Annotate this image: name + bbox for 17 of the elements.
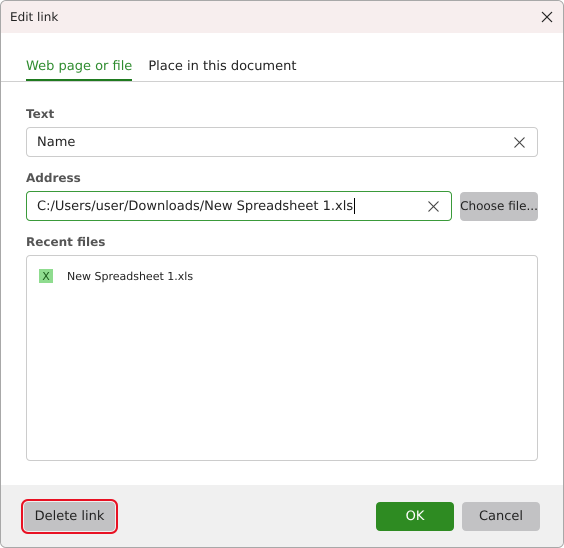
tab[interactable]: Web page or file	[26, 59, 132, 81]
clear-icon[interactable]	[514, 136, 525, 148]
window-title: Edit link	[10, 10, 58, 24]
tab[interactable]: Place in this document	[148, 59, 296, 81]
cancel-button[interactable]: Cancel	[462, 502, 540, 530]
clear-icon[interactable]	[428, 200, 439, 212]
spreadsheet-icon: X	[39, 269, 53, 283]
recent-file-item[interactable]: X New Spreadsheet 1.xls	[39, 268, 525, 284]
choose-file-button[interactable]: Choose file...	[460, 192, 538, 220]
field-label: Address	[26, 171, 82, 185]
text-field[interactable]: Name	[26, 127, 538, 157]
address-field[interactable]: C:/Users/user/Downloads/New Spreadsheet 1.xls	[26, 191, 452, 221]
field-label: Text	[26, 107, 56, 121]
list-label: Recent files	[26, 235, 106, 249]
ok-button[interactable]: OK	[376, 502, 454, 530]
delete-link-button[interactable]: Delete link	[24, 502, 115, 530]
close-icon[interactable]	[541, 11, 553, 23]
